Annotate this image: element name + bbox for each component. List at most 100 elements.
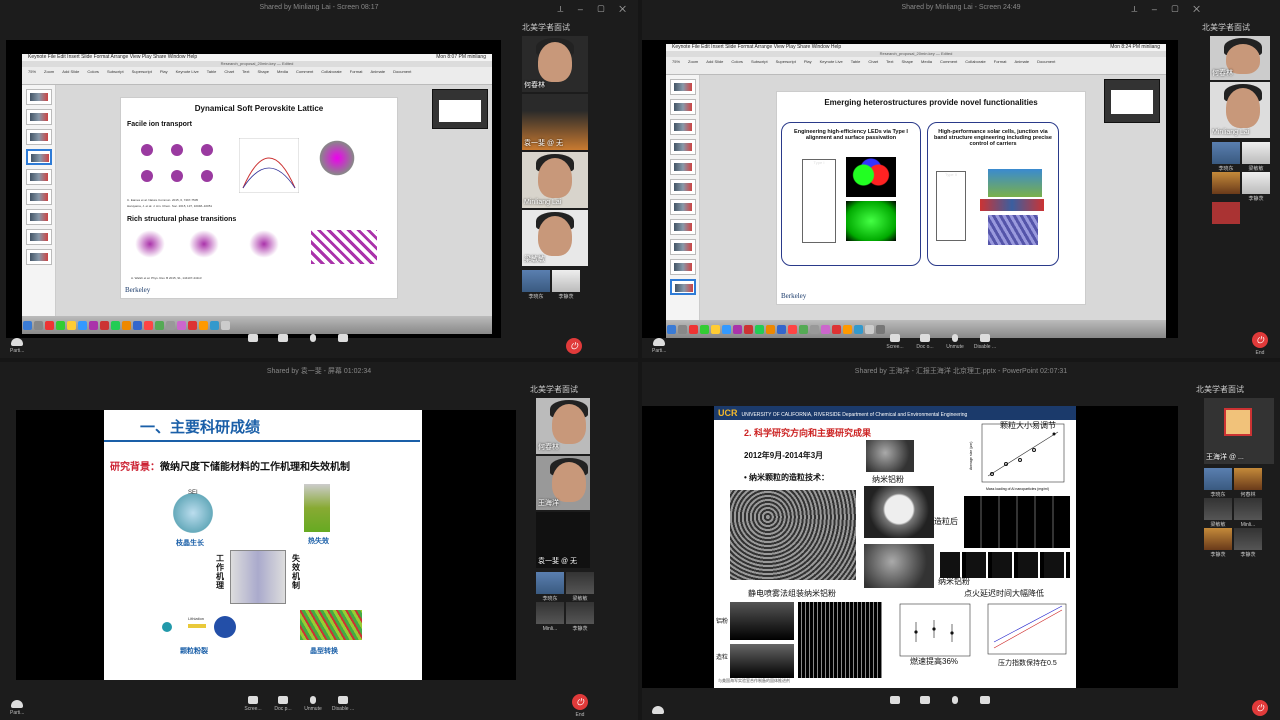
led-box: Engineering high-efficiency LEDs via Typ…	[781, 122, 921, 266]
unmute-button[interactable]	[300, 334, 326, 344]
battery-diagram	[230, 550, 286, 604]
screen-share-button[interactable]	[882, 696, 908, 706]
mini-tile[interactable]: 李静茨	[552, 270, 580, 300]
video-tile[interactable]: Minliang Lai	[522, 152, 588, 208]
shared-screen[interactable]: Keynote File Edit Insert Slide Format Ar…	[6, 40, 501, 338]
screen-share-button[interactable]: Scree...	[240, 696, 266, 712]
video-tile[interactable]: 梁敏敏	[522, 210, 588, 266]
keynote-toolbar[interactable]: 75% Zoom Add Slide Colors Subscript Superscri…	[22, 67, 492, 85]
participant-panel: 北美学者面试 何春林 袁一斐 @ 无 Minliang Lai 梁敏敏 李晓东李…	[522, 22, 592, 300]
meeting-controls	[240, 334, 370, 356]
participant-panel: 北美学者面试 何春林 Minliang Lai 李晓东 梁敏敏 李静茨	[1202, 22, 1280, 230]
berkeley-logo: Berkeley	[125, 286, 151, 294]
slide-canvas: Dynamical Soft Perovskite Lattice Facile…	[56, 85, 492, 316]
svg-text:Mass loading of Al nanoparticl: Mass loading of Al nanoparticles (mg/ml)	[986, 487, 1049, 491]
shared-screen[interactable]: Keynote File Edit Insert Slide Format Ar…	[642, 40, 1178, 338]
video-tile[interactable]: 何春林	[536, 398, 590, 454]
meeting-window-top-left: Shared by Minliang Lai - Screen 08:17 ⟂ …	[0, 0, 638, 358]
video-tile[interactable]: Minliang Lai	[1210, 82, 1270, 138]
slide: Dynamical Soft Perovskite Lattice Facile…	[120, 97, 398, 299]
shared-screen[interactable]: UCR UNIVERSITY OF CALIFORNIA, RIVERSIDE D…	[642, 406, 1178, 688]
mini-tile[interactable]: 何春林	[1234, 468, 1262, 498]
mini-tile[interactable]: 李静茨	[566, 602, 594, 632]
participant-panel: 北美学者面试 何春林 王海洋 袁一斐 @ 无 李晓东 梁敏敏 Minli... 李静…	[530, 384, 600, 632]
keynote-toolbar[interactable]: 75% Zoom Add Slide Colors Subscript Superscri…	[666, 57, 1166, 75]
lattice-diagram	[141, 140, 231, 188]
unmute-button[interactable]: Unmute	[300, 696, 326, 712]
presenter-preview[interactable]	[1104, 79, 1160, 123]
mini-tile[interactable]: Minli...	[536, 602, 564, 632]
mini-tile[interactable]: 李晓东	[522, 270, 550, 300]
pressure-plot	[987, 603, 1067, 655]
share-caption: Shared by Minliang Lai - Screen 08:17	[259, 4, 379, 11]
slide-title: 2. 科学研究方向和主要研究成果	[744, 428, 872, 438]
slide-navigator[interactable]	[22, 85, 56, 316]
mini-tile[interactable]: 李晓东	[1212, 142, 1240, 172]
shared-screen[interactable]: 一、主要科研成绩 研究背景：微纳尺度下储能材料的工作机理和失效机制 SEI 枝晶…	[16, 410, 516, 680]
doc-button[interactable]: Doc p...	[270, 696, 296, 712]
mini-tile[interactable]: Minli...	[1234, 498, 1262, 528]
window-controls[interactable]: ⟂ – ▢ ✕	[1131, 4, 1206, 15]
participants-button[interactable]	[652, 706, 664, 716]
mini-tile[interactable]	[1212, 202, 1240, 224]
doc-button[interactable]: Doc o...	[912, 334, 938, 350]
video-button[interactable]: Disable ...	[330, 696, 356, 712]
solar-box: High-performance solar cells, junction v…	[927, 122, 1059, 266]
end-button[interactable]: ⏻	[1252, 700, 1268, 718]
meeting-controls: Scree... Doc p... Unmute Disable ...	[240, 696, 370, 718]
participants-button[interactable]: Parti...	[10, 700, 24, 716]
mini-tile[interactable]: 李静茨	[1242, 172, 1270, 202]
video-tile[interactable]: 袁一斐 @ 无	[522, 94, 588, 150]
mini-tile[interactable]: 梁敏敏	[1242, 142, 1270, 172]
video-tile[interactable]: 何春林	[1210, 36, 1270, 80]
mini-tile[interactable]: 李静茨	[1234, 528, 1262, 558]
thermal-image	[304, 484, 330, 532]
dendrite-image	[170, 490, 216, 536]
video-button[interactable]	[330, 334, 356, 344]
mini-tile[interactable]: 梁敏敏	[1204, 498, 1232, 528]
slide: 一、主要科研成绩 研究背景：微纳尺度下储能材料的工作机理和失效机制 SEI 枝晶…	[104, 410, 422, 680]
slide-title: Emerging heterostructures provide novel …	[824, 98, 1038, 107]
end-button[interactable]: ⏻ End	[572, 694, 588, 718]
mac-menubar: Keynote File Edit Insert Slide Format Ar…	[22, 54, 492, 61]
video-button[interactable]: Disable ...	[972, 334, 998, 350]
end-button[interactable]: ⏻ End	[1252, 332, 1268, 356]
end-button[interactable]: ⏻	[566, 338, 582, 356]
video-tile[interactable]: 袁一斐 @ 无	[536, 512, 590, 568]
video-tile[interactable]: 何春林	[522, 36, 588, 92]
keynote-window: Keynote File Edit Insert Slide Format Ar…	[666, 44, 1166, 338]
mac-dock[interactable]	[22, 316, 492, 334]
meeting-controls	[882, 696, 1012, 718]
mini-tile[interactable]: 李晓东	[1204, 468, 1232, 498]
mini-tile[interactable]: 梁敏敏	[566, 572, 594, 602]
migration-energy-plot	[239, 138, 299, 193]
unmute-button[interactable]	[942, 696, 968, 706]
mini-tile[interactable]: 李静茨	[1204, 528, 1232, 558]
slide: Emerging heterostructures provide novel …	[776, 91, 1086, 305]
slide-title: 一、主要科研成绩	[140, 419, 261, 436]
slide-navigator[interactable]	[666, 75, 700, 320]
meeting-window-top-right: Shared by Minliang Lai - Screen 24:49 ⟂ …	[642, 0, 1280, 358]
slide: UCR UNIVERSITY OF CALIFORNIA, RIVERSIDE D…	[714, 406, 1076, 688]
mini-tile[interactable]: 李晓东	[536, 572, 564, 602]
meeting-window-bottom-right: Shared by 王海洋 - 汇报王海洋 北京理工.pptx - PowerP…	[642, 362, 1280, 720]
avatar	[1224, 408, 1252, 436]
video-tile[interactable]: 王海洋	[536, 456, 590, 510]
screen-share-button[interactable]: Scree...	[882, 334, 908, 350]
video-button[interactable]	[972, 696, 998, 706]
window-controls[interactable]: ⟂ – ▢ ✕	[557, 4, 632, 15]
slide-subtitle-1: Facile ion transport	[127, 121, 192, 128]
share-caption: Shared by 袁一斐 - 屏幕 01:02:34	[266, 368, 372, 375]
unmute-button[interactable]: Unmute	[942, 334, 968, 350]
doc-button[interactable]	[912, 696, 938, 706]
screen-share-button[interactable]	[240, 334, 266, 344]
video-tile[interactable]: 王海洋 @ ...	[1204, 398, 1274, 464]
participants-button[interactable]: Parti...	[10, 338, 24, 354]
presenter-preview[interactable]	[432, 89, 488, 129]
crystal-image	[317, 138, 357, 178]
mini-tile[interactable]	[1212, 172, 1240, 194]
doc-button[interactable]	[270, 334, 296, 344]
slide-canvas: Emerging heterostructures provide novel …	[700, 75, 1166, 320]
participants-button[interactable]: Parti...	[652, 338, 666, 354]
svg-text:Average size (μm): Average size (μm)	[969, 442, 973, 470]
